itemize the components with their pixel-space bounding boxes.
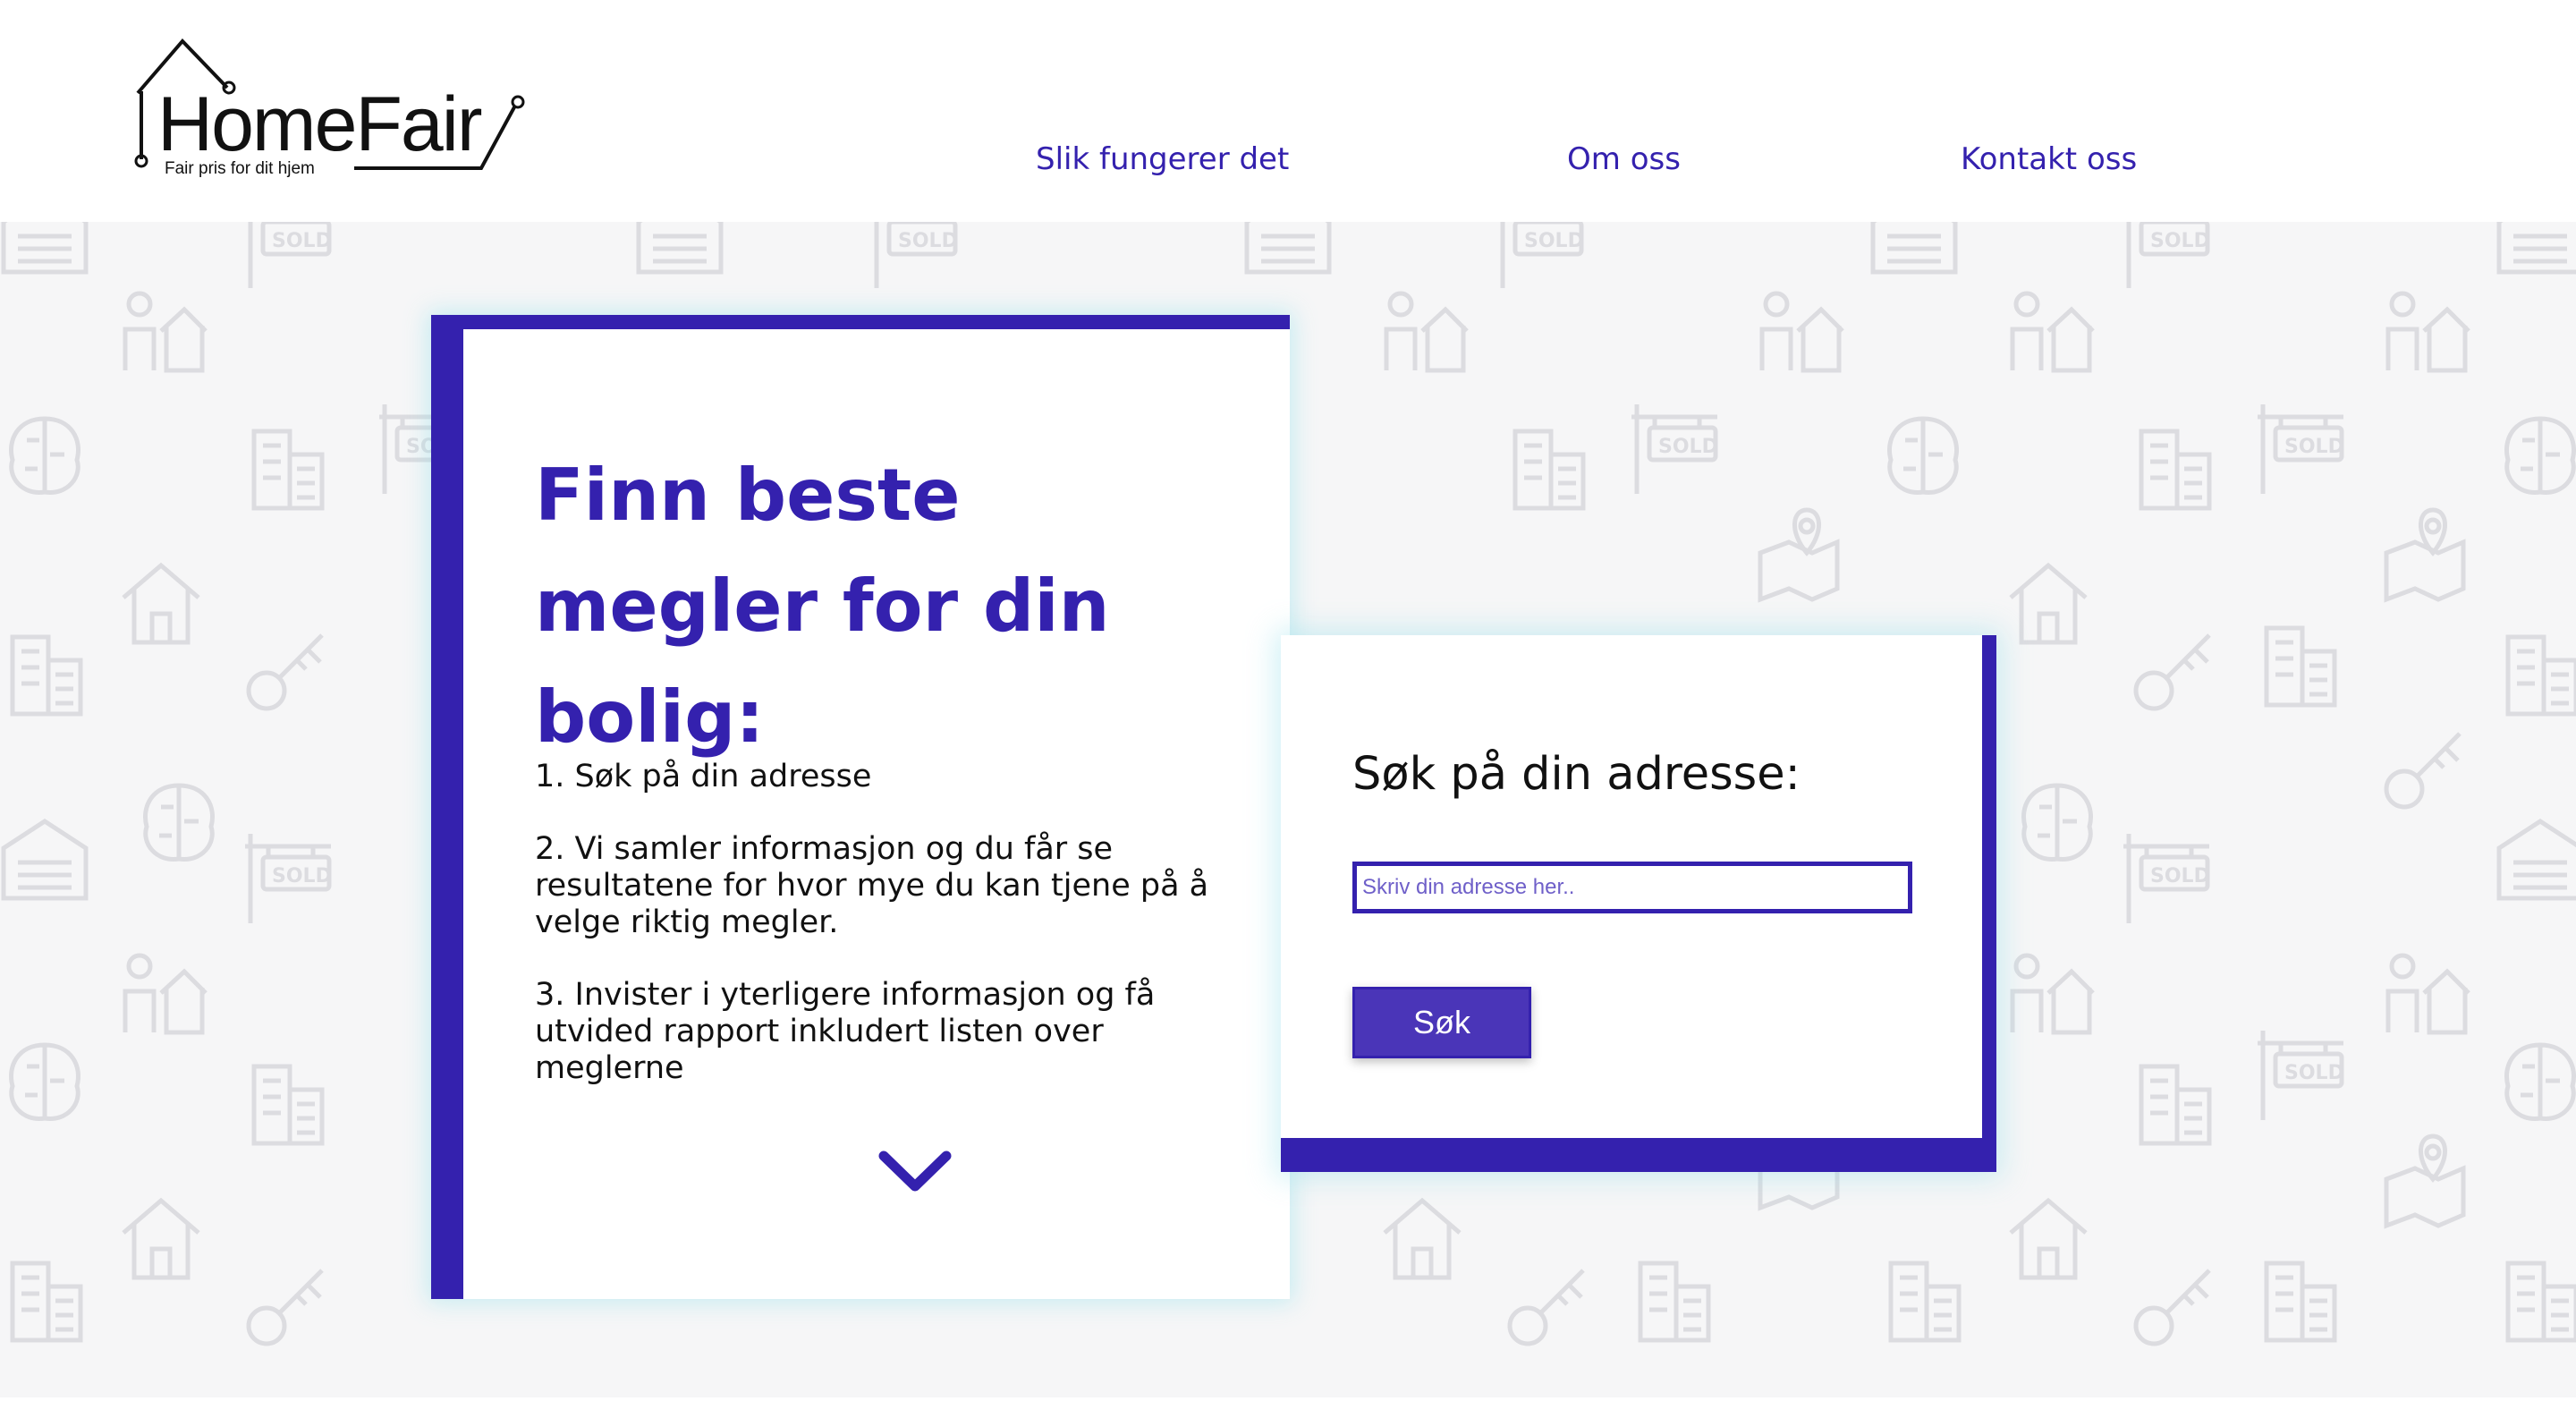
nav-link-kontakt-oss[interactable]: Kontakt oss	[1961, 141, 2137, 177]
step-item: 2. Vi samler informasjon og du får se re…	[535, 831, 1209, 940]
nav-link-slik-fungerer-det[interactable]: Slik fungerer det	[1036, 141, 1289, 177]
intro-card: Finn beste megler for din bolig: 1. Søk …	[431, 315, 1290, 1299]
address-search-input[interactable]	[1352, 862, 1912, 913]
main-nav: Slik fungerer det Om oss Kontakt oss	[0, 141, 2576, 186]
nav-link-om-oss[interactable]: Om oss	[1567, 141, 1681, 177]
page-title: Finn beste megler for din bolig:	[535, 454, 1110, 759]
step-item: 3. Invister i yterligere informasjon og …	[535, 977, 1156, 1086]
pattern-row-3	[12, 404, 2574, 508]
search-card: Søk på din adresse: Søk	[1281, 635, 1996, 1172]
chevron-down-icon-graphic	[878, 1151, 952, 1192]
site-header: HomeFair Fair pris for dit hjem Slik fun…	[0, 0, 2576, 222]
chevron-down-icon[interactable]	[877, 1147, 953, 1197]
pattern-row-1	[4, 222, 2576, 288]
search-title: Søk på din adresse:	[1352, 748, 1801, 801]
steps-list: 1. Søk på din adresse 2. Vi samler infor…	[535, 759, 1233, 1123]
step-item: 1. Søk på din adresse	[535, 759, 872, 794]
pattern-row-9	[13, 1201, 2576, 1344]
search-button[interactable]: Søk	[1352, 987, 1531, 1058]
